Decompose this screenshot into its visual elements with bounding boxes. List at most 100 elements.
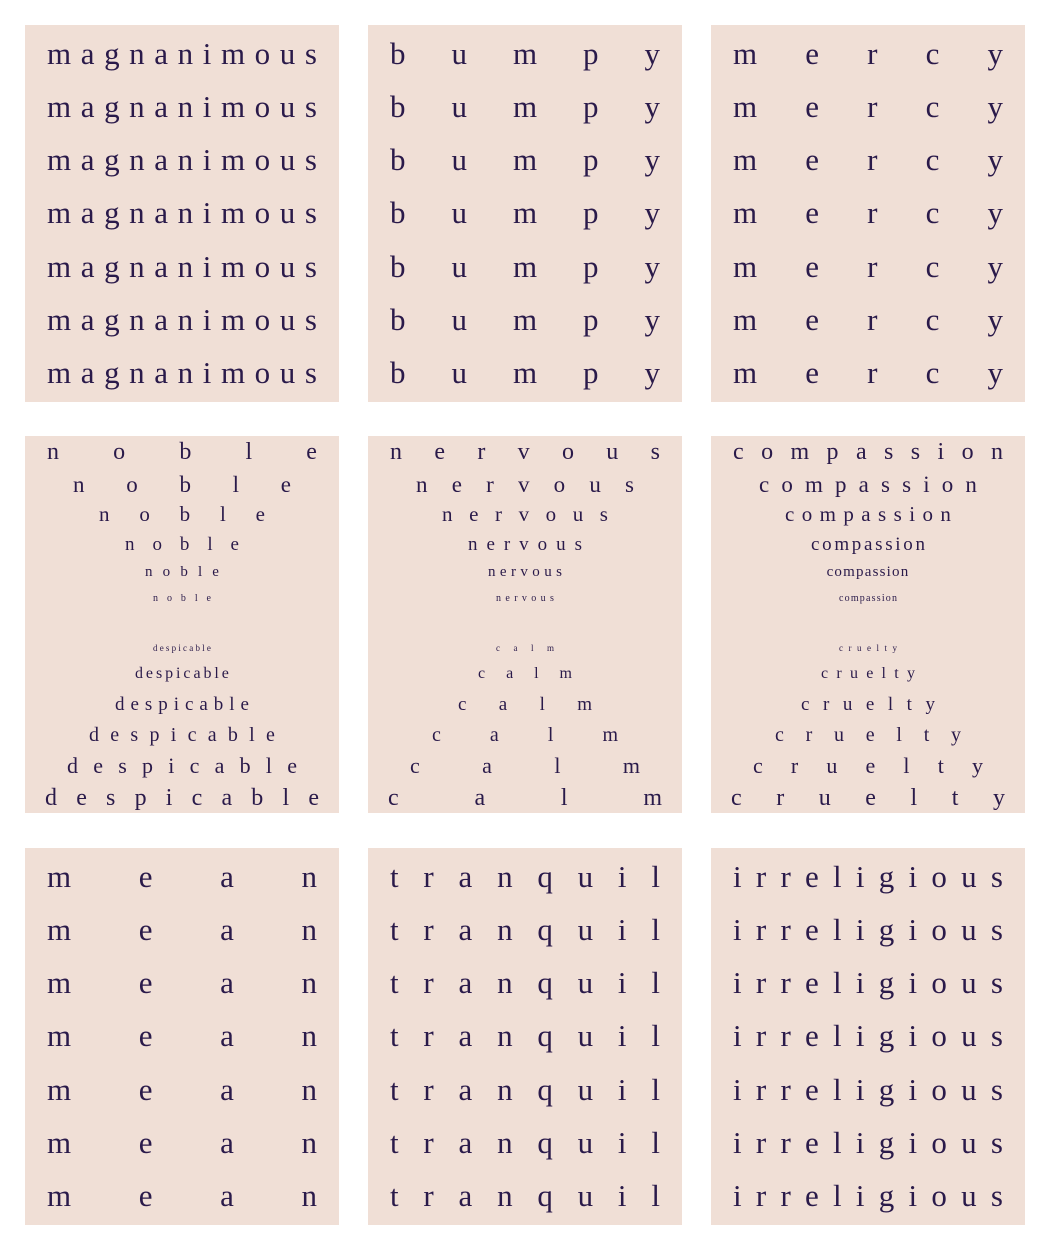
letter: i [937, 439, 945, 465]
word-line: cruelty [711, 666, 1025, 682]
letter: y [644, 248, 661, 284]
word-line: cruelty [711, 695, 1025, 714]
letter: g [878, 859, 895, 894]
letter: i [617, 1018, 627, 1054]
letter: u [279, 89, 296, 125]
letter: l [197, 563, 203, 580]
letter: l [534, 665, 539, 682]
letter: u [279, 142, 296, 178]
word-line: mercy [733, 30, 1003, 77]
letter: r [780, 1124, 791, 1160]
letter: e [255, 501, 265, 526]
letter: y [987, 89, 1003, 125]
letter: l [245, 439, 253, 465]
letter: s [871, 593, 876, 604]
word-line: mean [47, 853, 317, 900]
letter: c [775, 724, 784, 746]
letter: c [191, 785, 203, 811]
word-line: mercy [733, 296, 1003, 343]
letter: r [477, 439, 486, 465]
word-line: mean [47, 1012, 317, 1059]
letter: t [894, 665, 899, 682]
letter: n [129, 248, 145, 284]
letter: l [876, 642, 879, 653]
letter: b [179, 501, 191, 526]
letter: u [451, 354, 467, 390]
letter: e [240, 693, 249, 715]
letter: u [961, 965, 977, 1001]
letter: l [887, 693, 894, 715]
letter: p [583, 195, 599, 231]
letter: r [755, 1177, 767, 1213]
letter: u [572, 501, 584, 526]
letter: l [202, 642, 205, 653]
letter: l [651, 1124, 660, 1160]
word-line: compassion [711, 563, 1025, 580]
letter: o [931, 1018, 947, 1054]
letter: p [826, 439, 839, 465]
letter: n [915, 533, 925, 555]
letter: n [488, 563, 496, 580]
letter: n [301, 1018, 317, 1054]
letter: m [733, 301, 758, 337]
letter: s [106, 785, 116, 811]
letter: d [45, 785, 57, 811]
letter: n [177, 89, 194, 125]
letter: i [617, 1124, 627, 1160]
letter: b [195, 642, 200, 653]
letter: u [577, 1018, 594, 1054]
letter: c [410, 753, 420, 778]
letter: i [855, 1124, 865, 1160]
letter: r [423, 965, 434, 1001]
letter: e [206, 593, 211, 604]
letter: a [154, 195, 169, 231]
letter: b [390, 142, 406, 178]
word-line: calm [368, 786, 682, 810]
letter: b [239, 753, 251, 778]
letter: n [177, 195, 194, 231]
letter: e [866, 665, 874, 682]
letter: i [617, 1071, 627, 1107]
letter: e [138, 859, 153, 894]
letter: t [390, 912, 399, 948]
letter: l [207, 533, 213, 555]
letter: r [755, 859, 767, 894]
letter: c [785, 501, 795, 526]
letter: n [900, 563, 910, 580]
word-line: tranquil [390, 1119, 660, 1166]
letter: r [503, 533, 511, 555]
letter: i [908, 1071, 918, 1107]
letter: d [115, 693, 125, 715]
letter: n [965, 471, 977, 497]
letter: a [865, 593, 871, 604]
letter: y [925, 693, 935, 715]
letter: e [287, 753, 297, 778]
letter: b [390, 354, 406, 390]
word-line: bumpy [390, 136, 660, 183]
letter: n [73, 471, 85, 497]
word-tile: compassioncompassioncompassioncompassion… [711, 436, 1025, 813]
word-line: noble [25, 501, 339, 526]
letter: m [512, 89, 538, 125]
letter: o [254, 142, 271, 178]
letter: e [212, 563, 219, 580]
letter: a [864, 563, 873, 580]
word-line: irreligious [733, 1172, 1003, 1219]
letter: i [202, 248, 212, 284]
word-line: tranquil [390, 1066, 660, 1113]
letter: p [171, 642, 177, 653]
letter: r [423, 1018, 434, 1054]
letter: m [643, 785, 662, 811]
letter: l [194, 593, 198, 604]
letter: y [987, 195, 1003, 231]
letter: y [987, 301, 1003, 337]
letter: r [510, 563, 516, 580]
letter: c [388, 785, 399, 811]
letter: m [47, 248, 72, 284]
letter: r [805, 724, 813, 746]
letter: o [941, 471, 954, 497]
letter: t [390, 1124, 399, 1160]
letter: m [47, 301, 72, 337]
letter: u [556, 533, 566, 555]
letter: q [537, 965, 553, 1001]
